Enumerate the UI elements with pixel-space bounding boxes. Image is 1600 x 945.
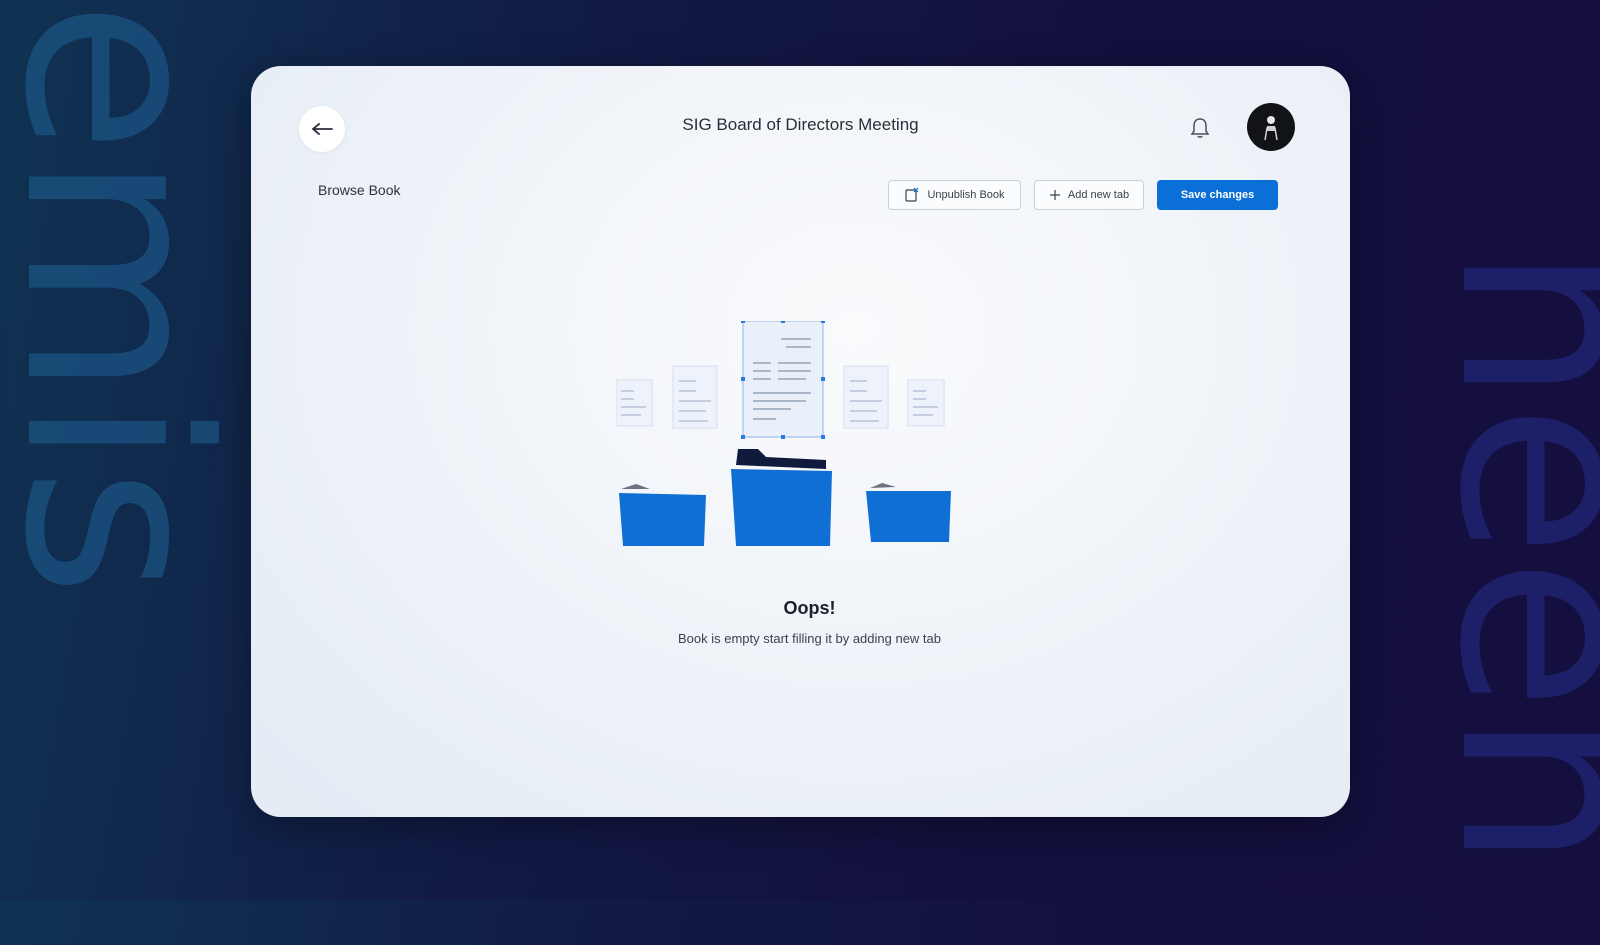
plus-icon [1049,190,1060,200]
section-title: Browse Book [318,182,401,198]
background-word-left: emis [0,0,261,598]
folder-center [731,449,832,546]
bell-icon [1190,118,1210,138]
folder-left [619,484,706,546]
toolbar: Unpublish Book Add new tab Save changes [888,180,1278,210]
unpublish-book-label: Unpublish Book [927,189,1005,201]
empty-state-title: Oops! [783,598,836,618]
avatar-icon [1264,116,1278,141]
notifications-button[interactable] [1184,112,1216,144]
document-medium-left [672,365,718,429]
empty-state-message: Book is empty start filling it by adding… [677,631,942,646]
document-medium-right [843,365,889,429]
save-changes-button[interactable]: Save changes [1157,180,1278,210]
background-word-right: neen [1405,245,1600,870]
empty-book-illustration [616,321,951,546]
unpublish-icon [905,187,919,202]
add-new-tab-label: Add new tab [1067,189,1130,201]
document-small-right [907,379,945,427]
app-window: SIG Board of Directors Meeting Browse Bo… [251,66,1350,817]
unpublish-book-button[interactable]: Unpublish Book [888,180,1021,210]
folder-right [866,483,951,542]
avatar[interactable] [1247,103,1295,151]
add-new-tab-button[interactable]: Add new tab [1034,180,1144,210]
document-selected [741,321,825,439]
document-small-left [616,379,653,427]
